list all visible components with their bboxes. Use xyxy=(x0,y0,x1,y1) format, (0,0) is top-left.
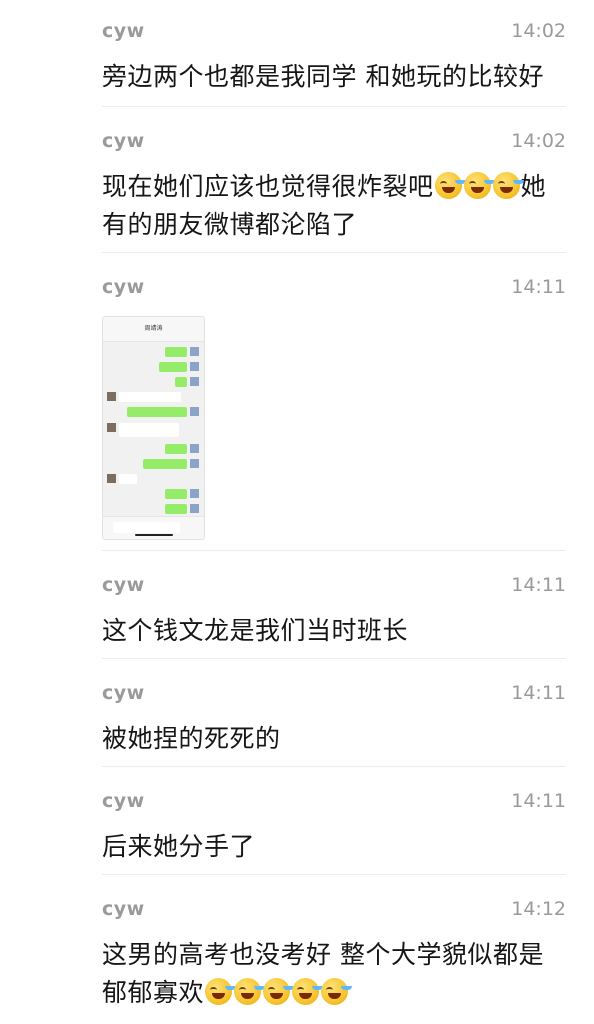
message-item[interactable]: cyw 14:12 这男的高考也没考好 整个大学貌似都是 郁郁寡欢 xyxy=(102,898,566,1022)
tears-of-joy-icon xyxy=(234,978,262,1005)
sender-name: cyw xyxy=(102,790,145,812)
message-text-tail: 她 xyxy=(520,172,547,201)
message-item[interactable]: cyw 14:02 旁边两个也都是我同学 和她玩的比较好 xyxy=(102,20,566,107)
message-text: 这男的高考也没考好 整个大学貌似都是 郁郁寡欢 xyxy=(102,936,566,1012)
tears-of-joy-icon xyxy=(263,978,291,1005)
tears-of-joy-icon xyxy=(492,172,520,199)
message-text: 旁边两个也都是我同学 和她玩的比较好 xyxy=(102,62,544,91)
message-item[interactable]: cyw 14:11 这个钱文龙是我们当时班长 xyxy=(102,574,566,659)
message-text-line: 现在她们应该也觉得很炸裂吧 xyxy=(102,172,434,201)
message-text-line: 这男的高考也没考好 整个大学貌似都是 xyxy=(102,940,544,969)
message-time: 14:12 xyxy=(511,898,566,920)
message-text: 后来她分手了 xyxy=(102,832,256,861)
sender-name: cyw xyxy=(102,898,145,920)
message-text: 被她捏的死死的 xyxy=(102,724,281,753)
message-text-line: 郁郁寡欢 xyxy=(102,978,205,1007)
chat-history: cyw 14:02 旁边两个也都是我同学 和她玩的比较好 cyw 14:02 现… xyxy=(0,0,594,1024)
message-time: 14:11 xyxy=(511,574,566,596)
message-text: 这个钱文龙是我们当时班长 xyxy=(102,616,409,645)
message-time: 14:02 xyxy=(511,20,566,42)
message-text: 现在她们应该也觉得很炸裂吧 她 有的朋友微博都沦陷了 xyxy=(102,168,566,244)
sender-name: cyw xyxy=(102,682,145,704)
image-thumbnail[interactable]: 周靖涛 xyxy=(102,316,205,540)
sender-name: cyw xyxy=(102,130,145,152)
sender-name: cyw xyxy=(102,276,145,298)
message-time: 14:11 xyxy=(511,276,566,298)
tears-of-joy-icon xyxy=(205,978,233,1005)
message-item[interactable]: cyw 14:11 周靖涛 xyxy=(102,276,566,551)
message-item[interactable]: cyw 14:02 现在她们应该也觉得很炸裂吧 她 有的朋友微博都沦陷了 xyxy=(102,130,566,253)
tears-of-joy-icon xyxy=(463,172,491,199)
message-time: 14:02 xyxy=(511,130,566,152)
message-time: 14:11 xyxy=(511,790,566,812)
tears-of-joy-icon xyxy=(434,172,462,199)
message-time: 14:11 xyxy=(511,682,566,704)
sender-name: cyw xyxy=(102,20,145,42)
tears-of-joy-icon xyxy=(321,978,349,1005)
sender-name: cyw xyxy=(102,574,145,596)
message-text-line: 有的朋友微博都沦陷了 xyxy=(102,210,358,239)
thumbnail-title: 周靖涛 xyxy=(103,317,204,342)
message-item[interactable]: cyw 14:11 后来她分手了 xyxy=(102,790,566,875)
message-item[interactable]: cyw 14:11 被她捏的死死的 xyxy=(102,682,566,767)
tears-of-joy-icon xyxy=(292,978,320,1005)
